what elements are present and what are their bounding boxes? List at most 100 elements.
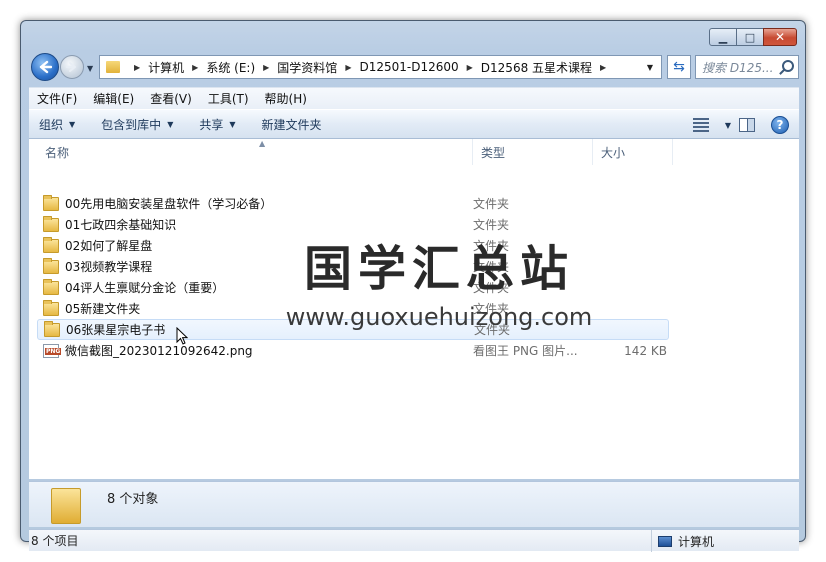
share-button[interactable]: 共享 ▼ — [199, 116, 235, 133]
file-name: 03视频教学课程 — [65, 260, 153, 274]
folder-icon — [43, 215, 59, 232]
recent-pages-dropdown[interactable]: ▼ — [87, 64, 93, 73]
file-type: 文件夹 — [473, 302, 510, 316]
file-row[interactable]: 03视频教学课程 文件夹 — [37, 256, 669, 277]
column-type-label: 类型 — [481, 145, 506, 160]
chevron-down-icon[interactable]: ▼ — [725, 121, 731, 130]
minimize-button[interactable]: ▁ — [709, 28, 737, 46]
file-type: 文件夹 — [473, 281, 510, 295]
file-row[interactable]: 05新建文件夹 文件夹 — [37, 298, 669, 319]
forward-button[interactable] — [60, 55, 84, 79]
new-folder-button[interactable]: 新建文件夹 — [262, 116, 322, 133]
column-size-label: 大小 — [601, 145, 626, 160]
file-type: 文件夹 — [473, 260, 510, 274]
breadcrumb-item[interactable]: D12568 五星术课程 — [481, 59, 592, 76]
chevron-right-icon[interactable]: ▶ — [345, 63, 351, 72]
file-name: 04评人生禀赋分金论（重要） — [65, 281, 225, 295]
chevron-right-icon[interactable]: ▶ — [134, 63, 140, 72]
arrow-left-icon — [39, 60, 52, 74]
file-row[interactable]: 00先用电脑安装星盘软件（学习必备） 文件夹 — [37, 193, 669, 214]
address-bar[interactable]: ▶ 计算机 ▶ 系统 (E:) ▶ 国学资料馆 ▶ D12501-D12600 … — [99, 55, 662, 79]
status-location: 计算机 — [651, 530, 714, 552]
address-dropdown-button[interactable]: ▼ — [639, 56, 661, 78]
organize-label: 组织 — [39, 117, 64, 132]
window-controls: ▁ □ ✕ — [709, 28, 797, 46]
file-type: 文件夹 — [473, 218, 510, 232]
folder-icon — [43, 299, 59, 316]
folder-icon — [43, 278, 59, 295]
refresh-button[interactable]: ⇆ — [667, 55, 691, 79]
include-in-library-button[interactable]: 包含到库中 ▼ — [101, 116, 173, 133]
chevron-right-icon[interactable]: ▶ — [600, 63, 606, 72]
organize-button[interactable]: 组织 ▼ — [39, 116, 75, 133]
file-name: 01七政四余基础知识 — [65, 218, 177, 232]
close-icon: ✕ — [774, 30, 786, 44]
minimize-icon: ▁ — [718, 30, 728, 44]
file-row-hovered[interactable]: 06张果星宗电子书 文件夹 — [37, 319, 669, 340]
title-bar: ▁ □ ✕ — [21, 21, 805, 51]
folder-icon — [43, 236, 59, 253]
file-row[interactable]: 04评人生禀赋分金论（重要） 文件夹 — [37, 277, 669, 298]
new-folder-label: 新建文件夹 — [261, 117, 322, 132]
help-icon[interactable]: ? — [771, 116, 789, 134]
include-library-label: 包含到库中 — [101, 117, 162, 132]
png-file-icon: PNG — [43, 343, 62, 358]
chevron-down-icon: ▼ — [167, 119, 174, 129]
file-row[interactable]: 01七政四余基础知识 文件夹 — [37, 214, 669, 235]
back-button[interactable] — [31, 53, 59, 81]
view-options-icon[interactable] — [692, 118, 709, 132]
search-icon[interactable] — [782, 60, 794, 72]
command-toolbar: 组织 ▼ 包含到库中 ▼ 共享 ▼ 新建文件夹 ▼ ? — [29, 109, 799, 139]
file-type: 文件夹 — [473, 197, 510, 211]
breadcrumb-item[interactable]: 计算机 — [148, 59, 184, 76]
breadcrumb-item[interactable]: 国学资料馆 — [277, 59, 337, 76]
file-type: 看图王 PNG 图片... — [473, 344, 578, 358]
file-list: 00先用电脑安装星盘软件（学习必备） 文件夹 01七政四余基础知识 文件夹 02… — [37, 193, 669, 361]
status-item-count: 8 个项目 — [31, 534, 79, 548]
refresh-icon: ⇆ — [673, 59, 685, 75]
file-name: 微信截图_20230121092642.png — [65, 344, 253, 358]
sort-up-icon: ▲ — [259, 139, 266, 148]
search-input[interactable]: 搜索 D125... — [695, 55, 799, 79]
column-header: 名称 ▲ 类型 大小 — [29, 139, 799, 165]
computer-icon — [658, 535, 672, 547]
search-placeholder: 搜索 D125... — [702, 60, 774, 75]
file-list-pane: 名称 ▲ 类型 大小 00先用电脑安装星盘软件（学习必备） 文件夹 01七政四余基… — [29, 139, 799, 479]
column-name-label: 名称 — [45, 145, 70, 160]
breadcrumb: ▶ 计算机 ▶ 系统 (E:) ▶ 国学资料馆 ▶ D12501-D12600 … — [126, 59, 639, 76]
folder-icon — [43, 257, 59, 274]
menu-bar: 文件(F) 编辑(E) 查看(V) 工具(T) 帮助(H) — [29, 87, 799, 109]
column-type[interactable]: 类型 — [473, 139, 593, 165]
menu-file[interactable]: 文件(F) — [37, 90, 77, 107]
chevron-down-icon: ▼ — [69, 119, 76, 129]
share-label: 共享 — [199, 117, 224, 132]
close-button[interactable]: ✕ — [763, 28, 797, 46]
folder-icon — [51, 488, 81, 524]
folder-icon — [106, 61, 120, 73]
folder-icon — [43, 194, 59, 211]
explorer-window: ▁ □ ✕ ▼ ▶ 计算机 ▶ 系统 (E:) ▶ 国学资料馆 ▶ D12501… — [20, 20, 806, 552]
menu-tools[interactable]: 工具(T) — [208, 90, 249, 107]
status-location-label: 计算机 — [678, 534, 715, 549]
chevron-right-icon[interactable]: ▶ — [263, 63, 269, 72]
menu-help[interactable]: 帮助(H) — [265, 90, 307, 107]
chevron-down-icon: ▼ — [646, 62, 654, 72]
status-bar: 8 个项目 计算机 — [29, 529, 799, 552]
chevron-right-icon[interactable]: ▶ — [192, 63, 198, 72]
breadcrumb-item[interactable]: D12501-D12600 — [359, 60, 458, 74]
navigation-bar: ▼ ▶ 计算机 ▶ 系统 (E:) ▶ 国学资料馆 ▶ D12501-D1260… — [29, 53, 799, 83]
file-row[interactable]: 02如何了解星盘 文件夹 — [37, 235, 669, 256]
breadcrumb-item[interactable]: 系统 (E:) — [206, 59, 255, 76]
file-type: 文件夹 — [473, 239, 510, 253]
file-row[interactable]: PNG 微信截图_20230121092642.png 看图王 PNG 图片..… — [37, 340, 669, 361]
toolbar-right: ▼ ? — [692, 116, 789, 134]
maximize-icon: □ — [744, 30, 756, 44]
column-name[interactable]: 名称 ▲ — [37, 139, 473, 165]
maximize-button[interactable]: □ — [736, 28, 764, 46]
menu-view[interactable]: 查看(V) — [150, 90, 192, 107]
chevron-right-icon[interactable]: ▶ — [467, 63, 473, 72]
menu-edit[interactable]: 编辑(E) — [93, 90, 134, 107]
column-size[interactable]: 大小 — [593, 139, 673, 165]
preview-pane-icon[interactable] — [739, 118, 755, 132]
chevron-down-icon: ▼ — [229, 119, 236, 129]
